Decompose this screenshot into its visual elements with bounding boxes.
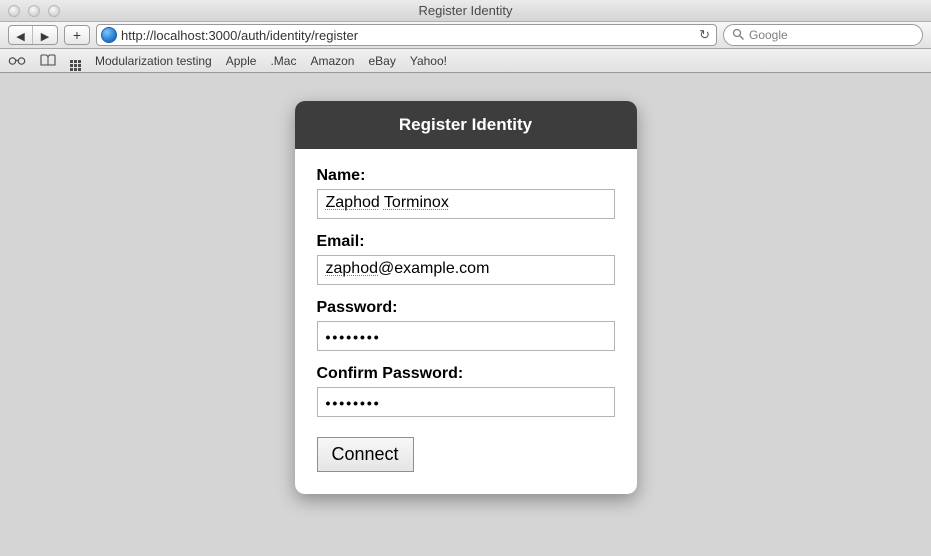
name-input[interactable]: Zaphod Torminox [317,189,615,219]
window-titlebar: Register Identity [0,0,931,22]
email-label: Email: [317,233,615,251]
search-icon [732,28,744,43]
password-input[interactable]: •••••••• [317,321,615,351]
name-value-part: Torminox [384,194,449,211]
show-bookmarks-icon[interactable] [40,53,56,69]
bookmark-link[interactable]: Apple [226,54,257,68]
nav-button-group: ◀ ▶ [8,25,58,45]
bookmark-link[interactable]: Amazon [310,54,354,68]
url-text: http://localhost:3000/auth/identity/regi… [121,28,693,43]
forward-button[interactable]: ▶ [33,26,57,45]
card-heading: Register Identity [295,101,637,149]
confirm-password-input[interactable]: •••••••• [317,387,615,417]
add-bookmark-button[interactable]: + [64,25,90,45]
password-label: Password: [317,299,615,317]
password-value: •••••••• [326,329,381,345]
page-content: Register Identity Name: Zaphod Torminox … [0,73,931,556]
connect-button[interactable]: Connect [317,437,414,472]
bookmark-link[interactable]: Yahoo! [410,54,447,68]
card-body: Name: Zaphod Torminox Email: zaphod@exam… [295,149,637,494]
window-title: Register Identity [0,3,931,18]
bookmark-link[interactable]: eBay [368,54,395,68]
email-input[interactable]: zaphod@example.com [317,255,615,285]
zoom-window-button[interactable] [48,5,60,17]
globe-icon [101,27,117,43]
traffic-lights [0,5,60,17]
bookmark-link[interactable]: .Mac [270,54,296,68]
top-sites-icon[interactable] [70,50,81,71]
name-value-part: Zaphod [326,194,380,211]
name-label: Name: [317,167,615,185]
address-bar[interactable]: http://localhost:3000/auth/identity/regi… [96,24,717,46]
browser-toolbar: ◀ ▶ + http://localhost:3000/auth/identit… [0,22,931,49]
reload-button[interactable]: ↻ [697,27,712,43]
back-button[interactable]: ◀ [9,26,33,45]
email-value-part: zaphod [326,260,379,277]
confirm-password-value: •••••••• [326,395,381,411]
search-placeholder: Google [749,28,788,42]
bookmark-link[interactable]: Modularization testing [95,54,212,68]
search-bar[interactable]: Google [723,24,923,46]
reading-list-icon[interactable] [8,53,26,69]
minimize-window-button[interactable] [28,5,40,17]
bookmarks-bar: Modularization testing Apple .Mac Amazon… [0,49,931,73]
close-window-button[interactable] [8,5,20,17]
register-card: Register Identity Name: Zaphod Torminox … [295,101,637,494]
confirm-password-label: Confirm Password: [317,365,615,383]
email-value-part: @example.com [378,260,489,277]
